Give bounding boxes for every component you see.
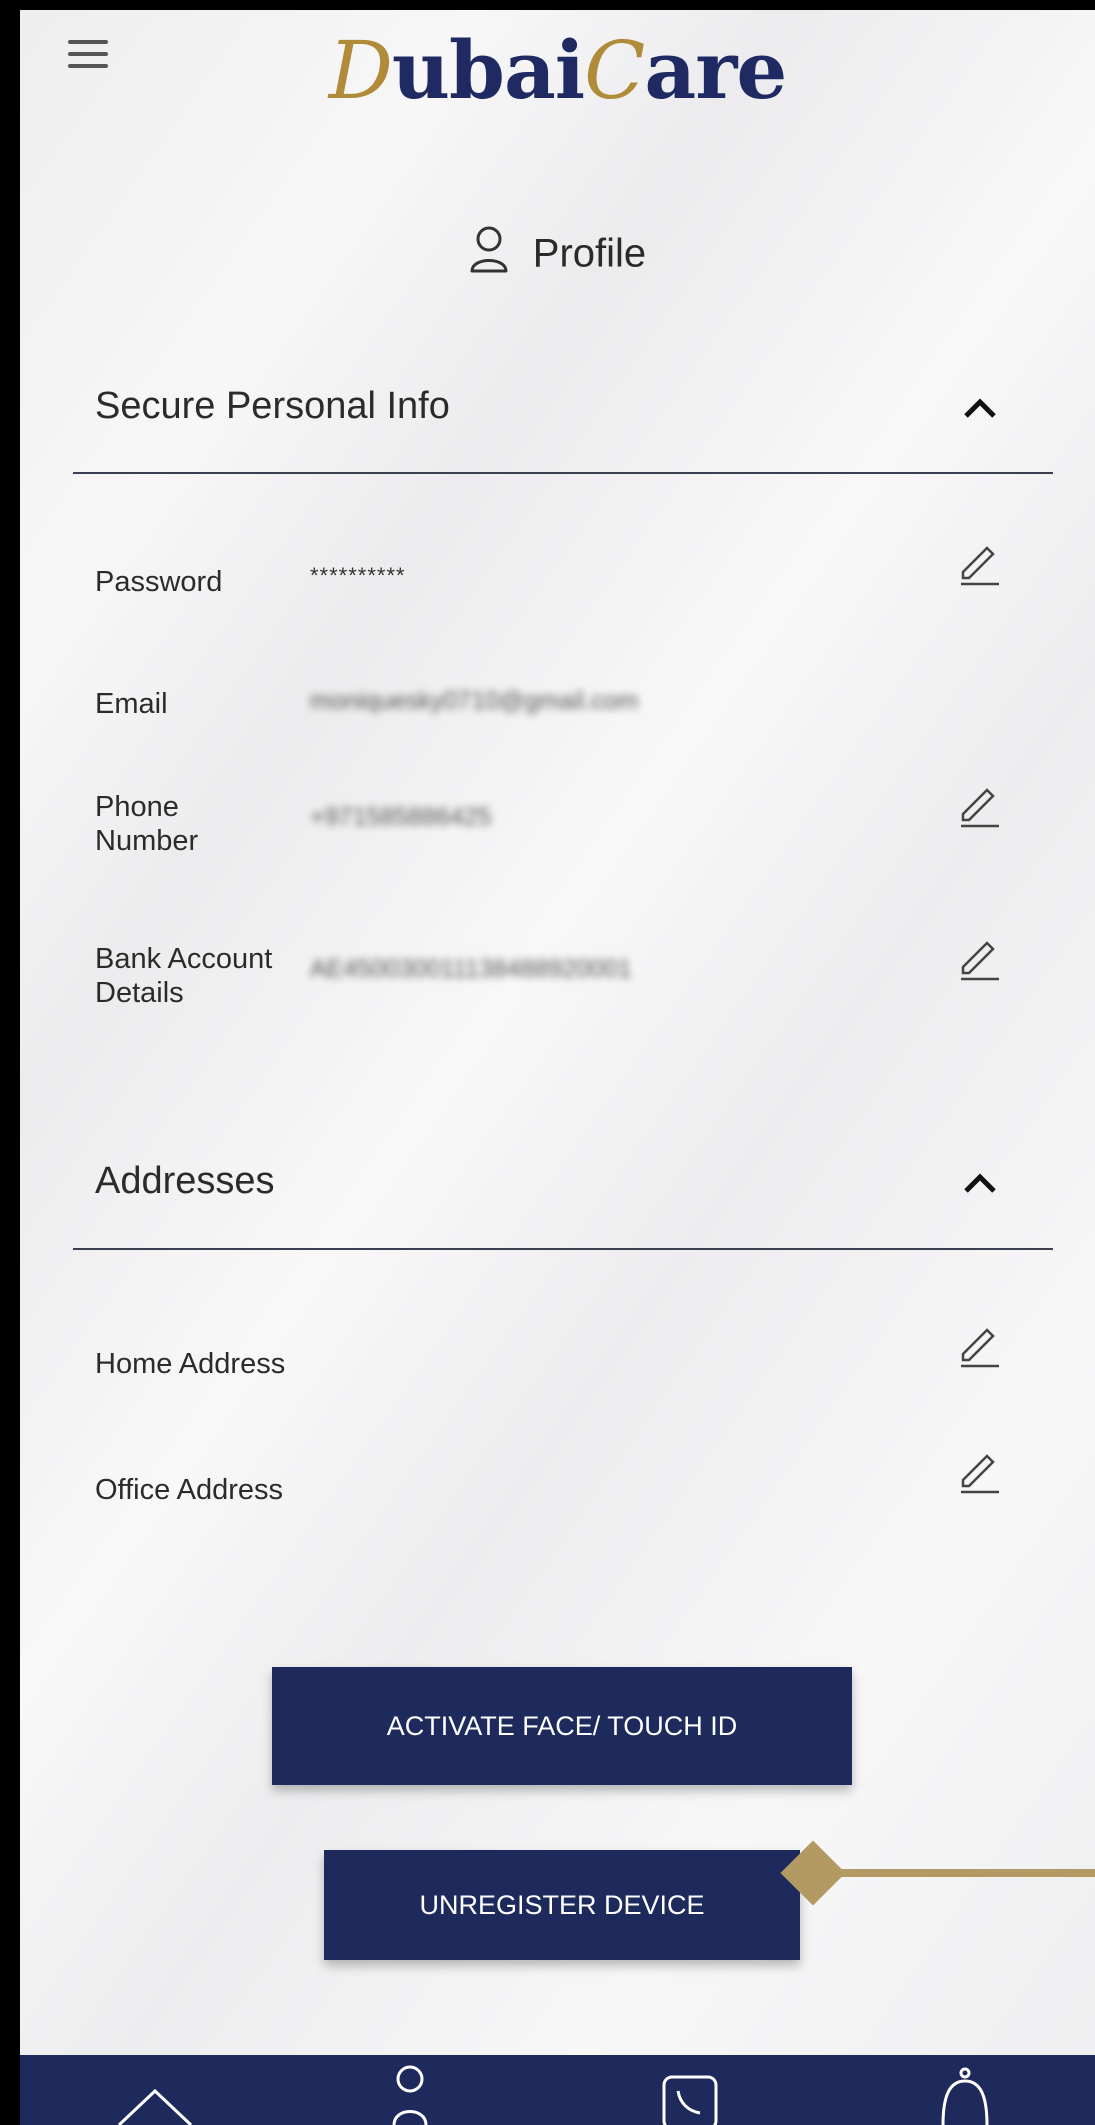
- office-address-label: Office Address: [95, 1474, 284, 1506]
- edit-office-address-icon[interactable]: [955, 1448, 1001, 1494]
- divider: [73, 472, 1053, 474]
- phone-label: Phone Number: [95, 791, 199, 857]
- bank-label: Bank Account Details: [95, 943, 273, 1009]
- bell-icon[interactable]: [935, 2067, 995, 2125]
- user-icon: [469, 225, 509, 283]
- email-value: moniquesky0710@gmail.com: [310, 687, 639, 715]
- bottom-tab-bar: [20, 2055, 1095, 2125]
- addresses-heading: Addresses: [95, 1160, 275, 1202]
- app-screen: DubaiCare Profile Secure Personal Info P…: [20, 10, 1095, 2125]
- home-icon[interactable]: [115, 2077, 195, 2125]
- divider: [73, 1248, 1053, 1250]
- edit-bank-icon[interactable]: [955, 935, 1001, 981]
- chevron-up-icon[interactable]: [960, 388, 1000, 428]
- edit-phone-icon[interactable]: [955, 782, 1001, 828]
- phone-icon[interactable]: [660, 2073, 720, 2125]
- activate-face-touch-id-button[interactable]: ACTIVATE FACE/ TOUCH ID: [272, 1667, 852, 1785]
- bank-value: AE450030011138488920001: [310, 955, 632, 983]
- edit-home-address-icon[interactable]: [955, 1322, 1001, 1368]
- email-label: Email: [95, 688, 168, 720]
- callout-arrow-line: [828, 1869, 1095, 1877]
- chevron-up-icon[interactable]: [960, 1163, 1000, 1203]
- page-title: Profile: [20, 225, 1095, 283]
- unregister-device-button[interactable]: UNREGISTER DEVICE: [324, 1850, 800, 1960]
- home-address-label: Home Address: [95, 1348, 286, 1380]
- user-icon[interactable]: [390, 2063, 430, 2125]
- password-label: Password: [95, 566, 223, 598]
- edit-password-icon[interactable]: [955, 540, 1001, 586]
- phone-value: +971585886425: [310, 803, 492, 831]
- password-value: **********: [310, 563, 406, 588]
- dubaicare-logo: DubaiCare: [328, 23, 788, 117]
- secure-info-heading: Secure Personal Info: [95, 385, 450, 427]
